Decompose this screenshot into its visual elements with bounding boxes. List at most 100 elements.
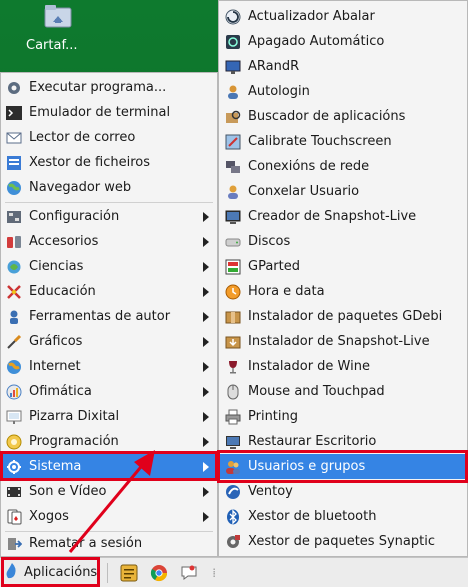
submenu-item-actualizador-abalar[interactable]: Actualizador Abalar	[219, 4, 467, 29]
taskbar-grip-handle[interactable]: ⁞	[212, 566, 216, 580]
education-icon	[6, 284, 22, 300]
menu-category-ofimatica[interactable]: Ofimática	[1, 379, 217, 404]
chat-icon[interactable]	[178, 562, 200, 584]
submenu-item-label: Instalador de paquetes GDebi	[248, 309, 443, 324]
menu-item-logout[interactable]: Rematar a sesión	[1, 531, 217, 556]
submenu-arrow-icon	[203, 336, 209, 347]
accessories-icon	[6, 234, 22, 250]
menu-category-son-video[interactable]: Son e Vídeo	[1, 479, 217, 504]
submenu-item-usuarios-grupos[interactable]: Usuarios e grupos	[219, 454, 467, 479]
notes-icon[interactable]	[118, 562, 140, 584]
applications-button-label: Aplicacións	[24, 565, 98, 580]
desktop-folder-shortcut[interactable]: Cartaf...	[26, 4, 88, 53]
menu-item-label: Son e Vídeo	[29, 484, 107, 499]
submenu-item-label: Autologin	[248, 84, 310, 99]
chrome-icon[interactable]	[148, 562, 170, 584]
menu-category-accesorios[interactable]: Accesorios	[1, 229, 217, 254]
submenu-item-autologin[interactable]: Autologin	[219, 79, 467, 104]
menu-item-label: Pizarra Dixital	[29, 409, 120, 424]
submenu-item-discos[interactable]: Discos	[219, 229, 467, 254]
menu-item-label: Executar programa...	[29, 80, 167, 95]
submenu-item-mouse-touchpad[interactable]: Mouse and Touchpad	[219, 379, 467, 404]
menu-category-ferramentas-autor[interactable]: Ferramentas de autor	[1, 304, 217, 329]
menu-category-programacion[interactable]: Programación	[1, 429, 217, 454]
applications-menu: Executar programa... Emulador de termina…	[0, 72, 218, 557]
menu-item-label: Configuración	[29, 209, 120, 224]
submenu-arrow-icon	[203, 261, 209, 272]
submenu-item-label: Discos	[248, 234, 291, 249]
synaptic-icon	[225, 534, 241, 550]
taskbar-separator	[107, 562, 109, 583]
snapshot-install-icon	[225, 334, 241, 350]
submenu-item-creador-snapshot[interactable]: Creador de Snapshot-Live	[219, 204, 467, 229]
submenu-arrow-icon	[203, 386, 209, 397]
menu-item-web-browser[interactable]: Navegador web	[1, 175, 217, 200]
submenu-item-label: GParted	[248, 259, 300, 274]
menu-category-ciencias[interactable]: Ciencias	[1, 254, 217, 279]
menu-item-label: Accesorios	[29, 234, 99, 249]
menu-category-educacion[interactable]: Educación	[1, 279, 217, 304]
submenu-item-conxelar-usuario[interactable]: Conxelar Usuario	[219, 179, 467, 204]
menu-category-sistema[interactable]: Sistema	[1, 454, 217, 479]
autologin-icon	[225, 84, 241, 100]
submenu-item-printing[interactable]: Printing	[219, 404, 467, 429]
menu-category-graficos[interactable]: Gráficos	[1, 329, 217, 354]
system-submenu: Actualizador Abalar Apagado Automático A…	[218, 0, 468, 557]
ventoy-icon	[225, 484, 241, 500]
menu-item-label: Rematar a sesión	[29, 536, 143, 551]
submenu-arrow-icon	[203, 211, 209, 222]
menu-item-file-manager[interactable]: Xestor de ficheiros	[1, 150, 217, 175]
submenu-item-hora-data[interactable]: Hora e data	[219, 279, 467, 304]
menu-item-label: Internet	[29, 359, 81, 374]
printer-icon	[225, 409, 241, 425]
menu-separator	[5, 202, 213, 203]
menu-item-label: Xogos	[29, 509, 69, 524]
menu-item-label: Emulador de terminal	[29, 105, 171, 120]
submenu-item-label: Conexións de rede	[248, 159, 370, 174]
programming-icon	[6, 434, 22, 450]
whiteboard-icon	[6, 409, 22, 425]
submenu-item-label: Creador de Snapshot-Live	[248, 209, 417, 224]
gparted-icon	[225, 259, 241, 275]
settings-icon	[6, 209, 22, 225]
submenu-arrow-icon	[203, 461, 209, 472]
submenu-arrow-icon	[203, 486, 209, 497]
submenu-item-ventoy[interactable]: Ventoy	[219, 479, 467, 504]
menu-item-terminal[interactable]: Emulador de terminal	[1, 100, 217, 125]
submenu-item-gparted[interactable]: GParted	[219, 254, 467, 279]
menu-category-configuracion[interactable]: Configuración	[1, 204, 217, 229]
submenu-item-instalador-snapshot[interactable]: Instalador de Snapshot-Live	[219, 329, 467, 354]
submenu-item-bluetooth[interactable]: Xestor de bluetooth	[219, 504, 467, 529]
submenu-item-label: Instalador de Snapshot-Live	[248, 334, 430, 349]
network-icon	[225, 159, 241, 175]
freeze-user-icon	[225, 184, 241, 200]
menu-item-label: Ofimática	[29, 384, 92, 399]
menu-item-label: Gráficos	[29, 334, 83, 349]
menu-category-pizarra-dixital[interactable]: Pizarra Dixital	[1, 404, 217, 429]
submenu-item-gdebi[interactable]: Instalador de paquetes GDebi	[219, 304, 467, 329]
submenu-item-label: Buscador de aplicacións	[248, 109, 406, 124]
menu-category-internet[interactable]: Internet	[1, 354, 217, 379]
submenu-item-conexions-rede[interactable]: Conexións de rede	[219, 154, 467, 179]
applications-menu-button[interactable]: Aplicacións	[2, 560, 101, 586]
power-icon	[225, 34, 241, 50]
submenu-item-apagado-automatico[interactable]: Apagado Automático	[219, 29, 467, 54]
menu-item-label: Programación	[29, 434, 119, 449]
submenu-arrow-icon	[203, 411, 209, 422]
submenu-item-arandr[interactable]: ARandR	[219, 54, 467, 79]
submenu-item-instalador-wine[interactable]: Instalador de Wine	[219, 354, 467, 379]
package-search-icon	[225, 109, 241, 125]
submenu-item-restaurar-escritorio[interactable]: Restaurar Escritorio	[219, 429, 467, 454]
submenu-item-label: Mouse and Touchpad	[248, 384, 385, 399]
wine-icon	[225, 359, 241, 375]
submenu-item-label: Instalador de Wine	[248, 359, 370, 374]
menu-item-run-program[interactable]: Executar programa...	[1, 75, 217, 100]
menu-category-xogos[interactable]: Xogos	[1, 504, 217, 529]
submenu-item-label: Apagado Automático	[248, 34, 385, 49]
internet-icon	[6, 359, 22, 375]
submenu-item-calibrate-touchscreen[interactable]: Calibrate Touchscreen	[219, 129, 467, 154]
submenu-item-buscador-aplicacions[interactable]: Buscador de aplicacións	[219, 104, 467, 129]
system-icon	[6, 459, 22, 475]
submenu-item-synaptic[interactable]: Xestor de paquetes Synaptic	[219, 529, 467, 554]
menu-item-mail[interactable]: Lector de correo	[1, 125, 217, 150]
